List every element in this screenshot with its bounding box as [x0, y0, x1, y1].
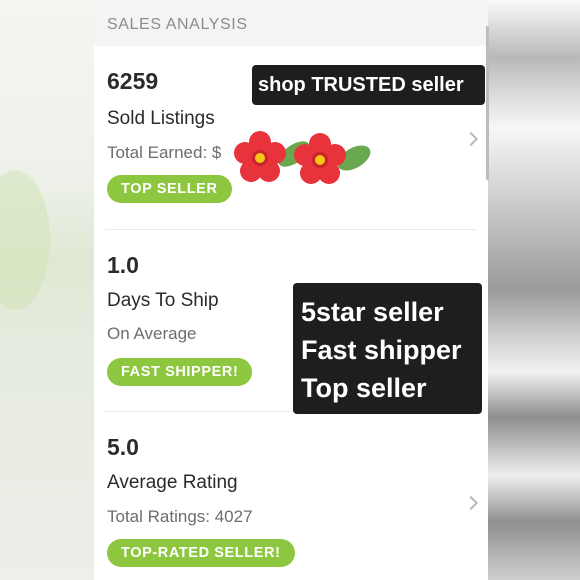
total-earned-text: Total Earned: $: [107, 143, 222, 162]
average-rating-value: 5.0: [107, 434, 139, 460]
background-right: [488, 0, 580, 580]
trusted-seller-tag: shop TRUSTED seller: [252, 65, 485, 105]
total-ratings-text: Total Ratings: 4027: [107, 507, 253, 526]
sold-listings-value: 6259: [107, 68, 159, 94]
top-seller-line: Top seller: [301, 373, 427, 403]
on-average-text: On Average: [107, 324, 197, 343]
average-rating-section[interactable]: 5.0 Average Rating Total Ratings: 4027 T…: [94, 412, 488, 580]
days-to-ship-value: 1.0: [107, 252, 139, 278]
top-seller-badge: TOP SELLER: [107, 175, 232, 203]
panel-title: SALES ANALYSIS: [107, 16, 248, 33]
flower-icon: [294, 133, 371, 184]
seller-qualities-tag: 5star seller Fast shipper Top seller: [293, 283, 482, 414]
fast-shipper-badge: FAST SHIPPER!: [107, 358, 253, 386]
chevron-right-icon[interactable]: [463, 131, 479, 147]
top-rated-seller-badge: TOP-RATED SELLER!: [107, 539, 295, 567]
five-star-line: 5star seller: [301, 297, 444, 327]
flower-sticker: [234, 131, 371, 184]
sold-listings-label: Sold Listings: [107, 108, 215, 129]
average-rating-label: Average Rating: [107, 472, 238, 493]
days-to-ship-label: Days To Ship: [107, 290, 219, 311]
fast-shipper-line: Fast shipper: [301, 335, 462, 365]
panel-header: SALES ANALYSIS: [94, 0, 488, 46]
chevron-right-icon[interactable]: [463, 495, 479, 511]
